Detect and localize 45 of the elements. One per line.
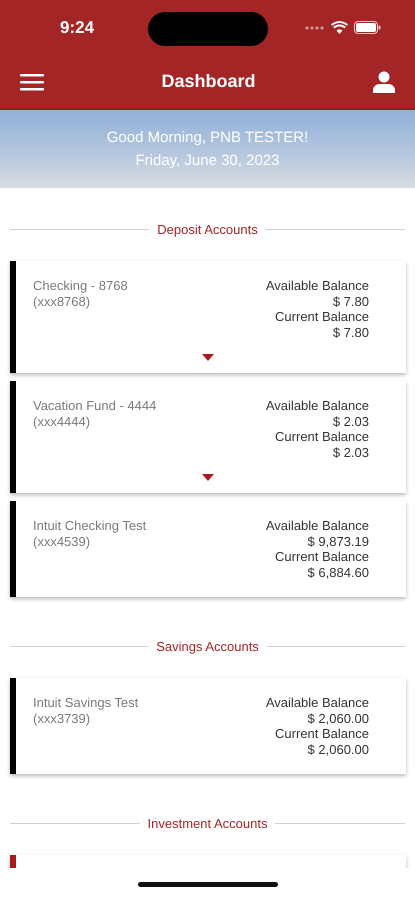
menu-button[interactable] (20, 72, 44, 90)
status-time: 9:24 (60, 18, 94, 38)
account-name: Vacation Fund - 4444 (33, 398, 156, 414)
greeting-text: Good Morning, PNB TESTER! (106, 129, 308, 146)
account-number: (xxx8768) (33, 294, 92, 309)
wifi-icon (331, 21, 348, 34)
current-balance-value: $ 2.03 (332, 444, 369, 460)
current-balance-value: $ 2,060.00 (308, 742, 369, 757)
available-balance-label: Available Balance (266, 398, 369, 414)
current-balance-label: Current Balance (275, 726, 369, 742)
menu-icon (20, 72, 44, 90)
signal-dots-icon (305, 26, 325, 30)
caret-down-icon[interactable] (202, 474, 214, 481)
current-balance-value: $ 6,884.60 (308, 564, 369, 580)
caret-down-icon[interactable] (202, 354, 214, 361)
battery-icon (354, 21, 381, 34)
available-balance-value: $ 7.80 (332, 294, 369, 309)
account-name: Checking - 8768 (33, 278, 128, 294)
profile-button[interactable] (373, 70, 395, 92)
section-heading: Investment Accounts (148, 816, 268, 831)
available-balance-label: Available Balance (266, 278, 369, 294)
section-heading: Savings Accounts (156, 639, 259, 654)
account-card[interactable]: Vacation Fund - 4444 (xxx4444) Available Balance $ 2.03 Current Balance $ 2.03 (10, 381, 406, 493)
current-balance-label: Current Balance (275, 309, 369, 324)
account-card[interactable]: Intuit Savings Test (xxx3739) Available Balance $ 2,060.00 Current Balance $ 2,060.00 (10, 678, 406, 774)
account-number: (xxx3739) (33, 710, 92, 726)
account-number: (xxx4444) (33, 414, 92, 429)
available-balance-value: $ 9,873.19 (308, 534, 369, 549)
available-balance-value: $ 2.03 (332, 414, 369, 429)
account-card[interactable]: Checking - 8768 (xxx8768) Available Balance $ 7.80 Current Balance $ 7.80 (10, 261, 406, 373)
page-title: Dashboard (161, 71, 256, 92)
account-card[interactable]: Intuit Checking Test (xxx4539) Available Balance $ 9,873.19 Current Balance $ 6,884.60 (10, 501, 406, 597)
account-name: Intuit Savings Test (33, 695, 138, 710)
available-balance-value: $ 2,060.00 (308, 710, 369, 726)
home-indicator[interactable] (138, 882, 278, 886)
current-balance-value: $ 7.80 (332, 324, 369, 340)
current-balance-label: Current Balance (275, 549, 369, 564)
section-heading: Deposit Accounts (157, 222, 258, 237)
person-icon (373, 70, 395, 92)
date-text: Friday, June 30, 2023 (136, 152, 280, 169)
current-balance-label: Current Balance (275, 429, 369, 444)
available-balance-label: Available Balance (266, 518, 369, 534)
account-name: Intuit Checking Test (33, 518, 146, 534)
account-number: (xxx4539) (33, 534, 92, 549)
available-balance-label: Available Balance (266, 695, 369, 710)
